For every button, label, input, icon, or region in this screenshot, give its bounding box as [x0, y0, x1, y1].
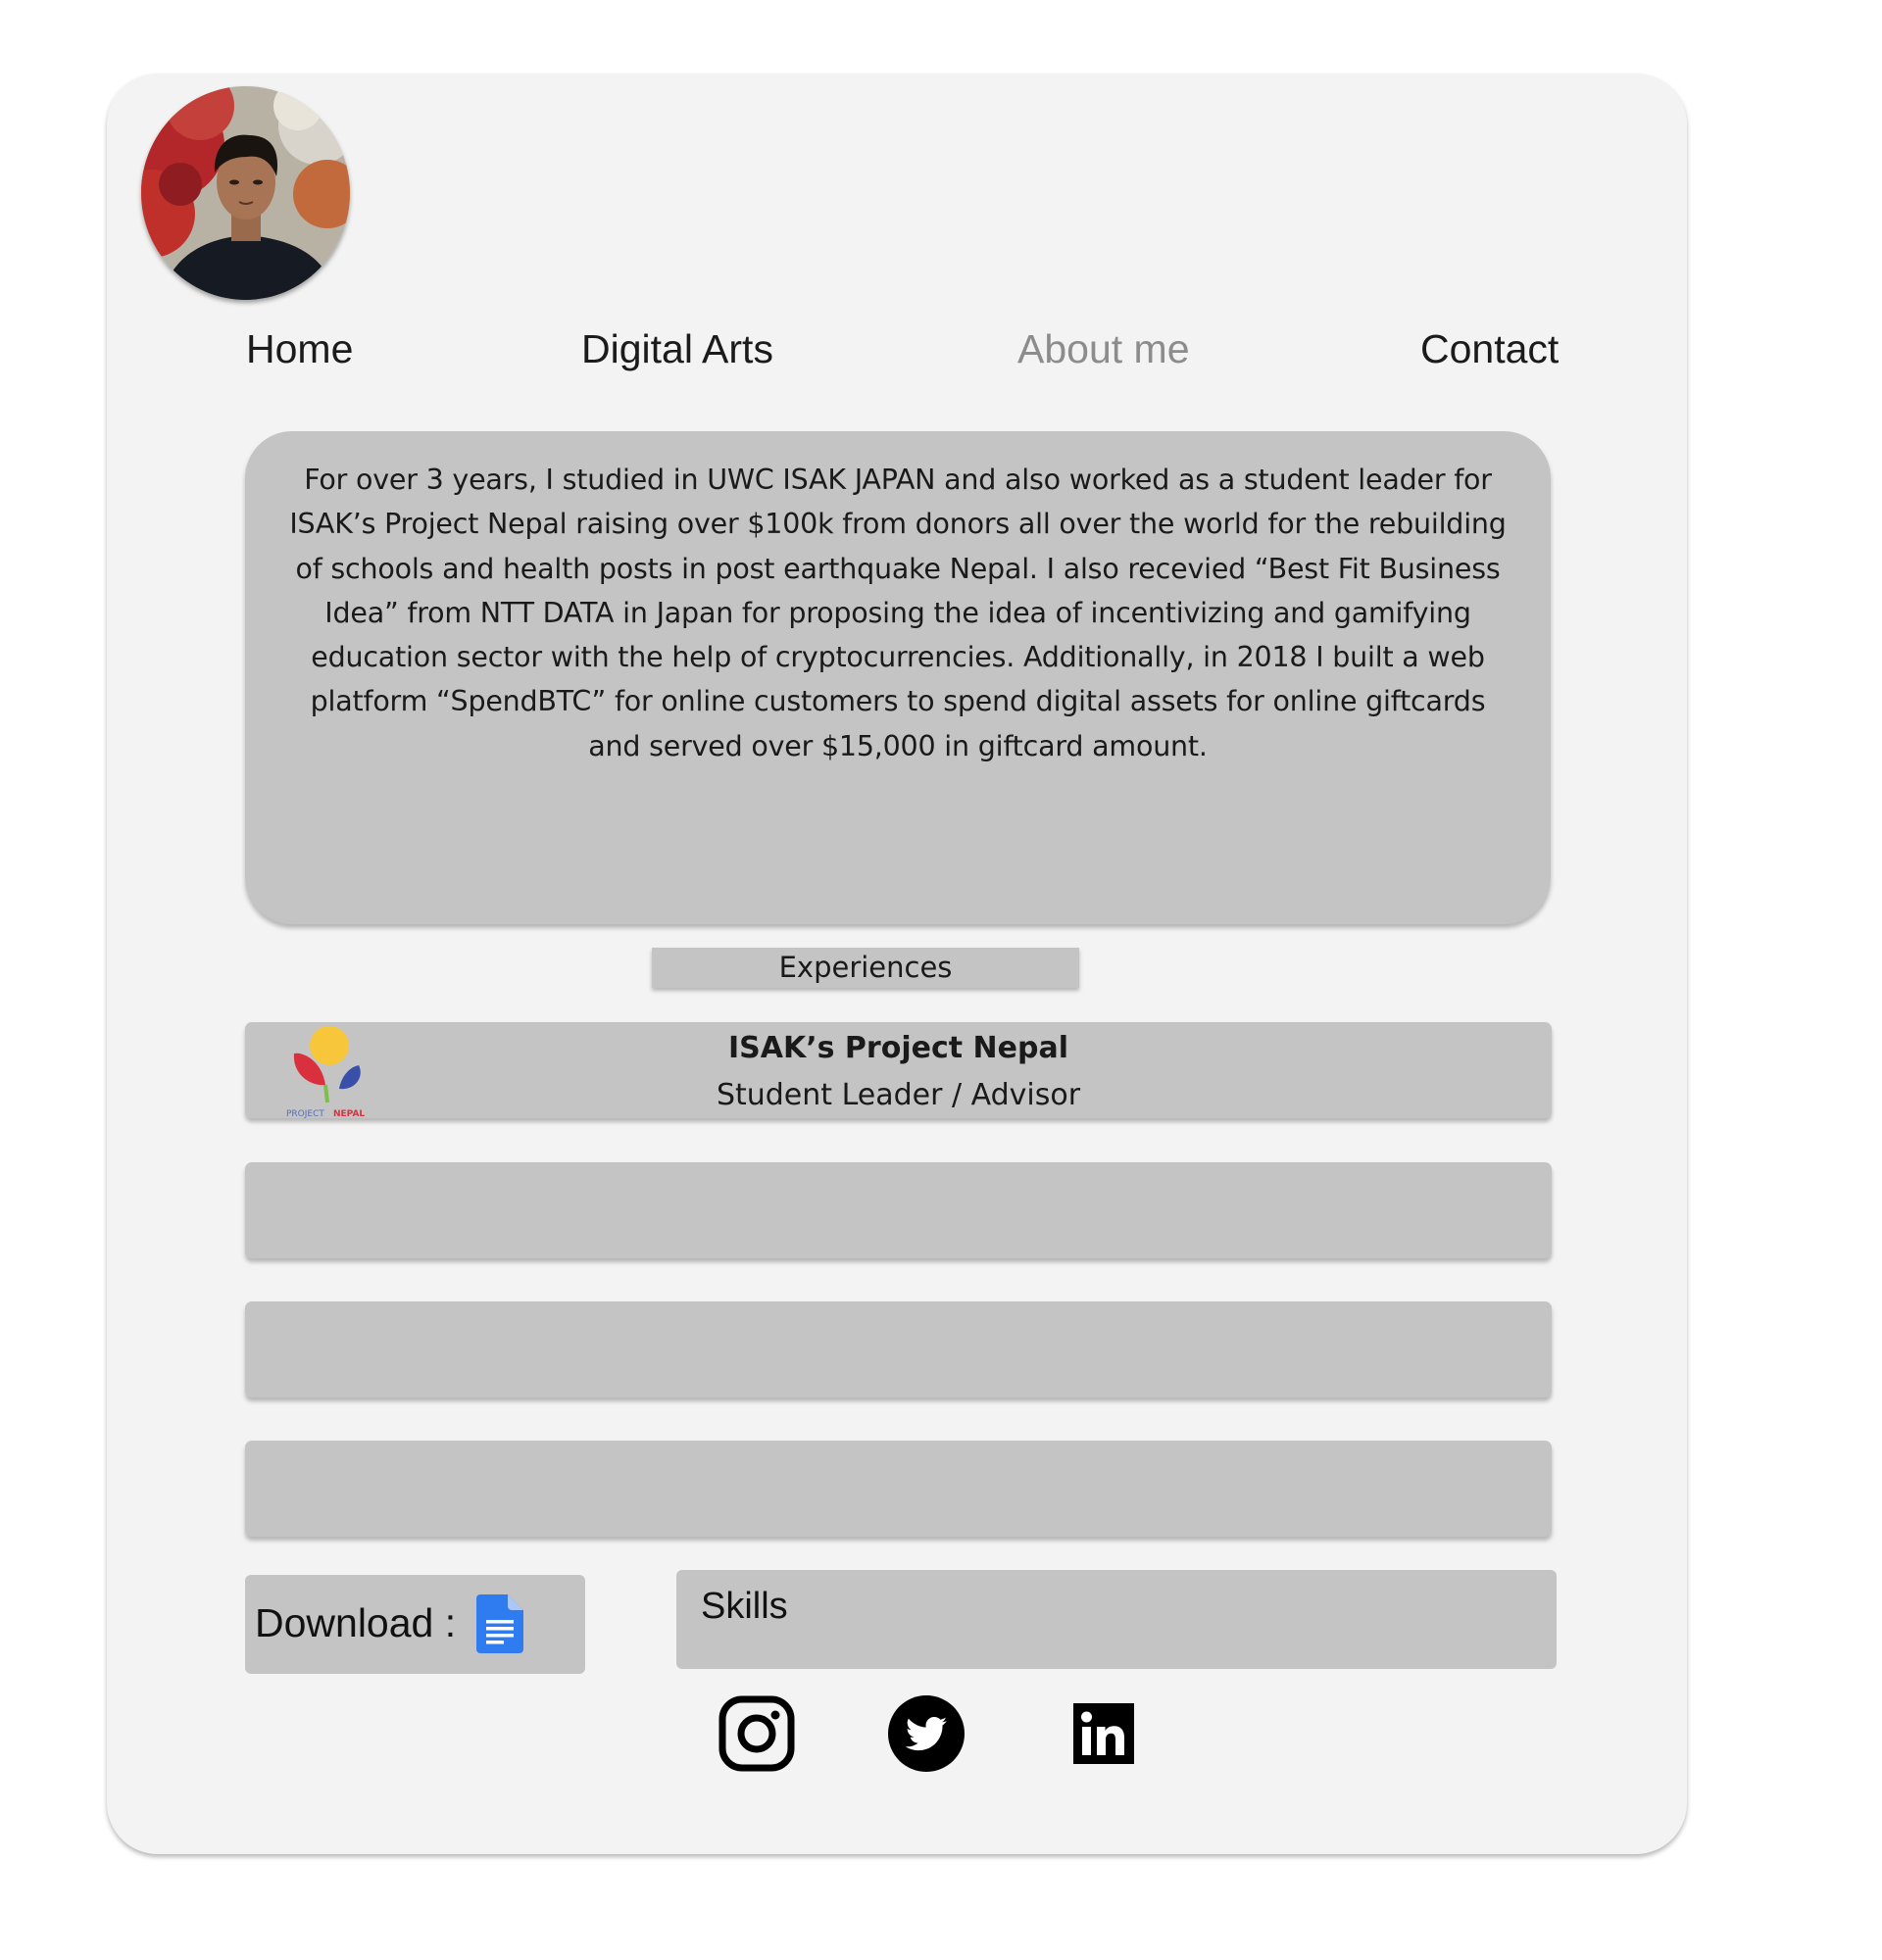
about-text: For over 3 years, I studied in UWC ISAK … [289, 464, 1507, 762]
twitter-icon[interactable] [888, 1695, 965, 1772]
linkedin-icon[interactable] [1066, 1695, 1143, 1772]
nav-digital-arts[interactable]: Digital Arts [581, 325, 773, 372]
google-docs-icon[interactable] [476, 1594, 523, 1653]
nav-about-me[interactable]: About me [1017, 325, 1190, 372]
experiences-title: Experiences [652, 948, 1079, 988]
instagram-icon[interactable] [718, 1695, 795, 1772]
avatar-image [141, 86, 350, 300]
skills-label: Skills [701, 1586, 788, 1627]
experience-item[interactable]: PROJECT NEPAL ISAK’s Project Nepal Stude… [245, 1022, 1552, 1118]
experience-item-empty[interactable] [245, 1162, 1552, 1258]
experience-item-empty[interactable] [245, 1441, 1552, 1537]
skills-box: Skills [676, 1570, 1557, 1669]
nav-contact[interactable]: Contact [1420, 325, 1559, 372]
avatar [141, 86, 350, 300]
experience-name: ISAK’s Project Nepal [728, 1031, 1068, 1065]
nav-home[interactable]: Home [246, 325, 353, 372]
experience-role: Student Leader / Advisor [716, 1078, 1081, 1112]
download-label: Download : [255, 1600, 457, 1645]
about-box: For over 3 years, I studied in UWC ISAK … [245, 431, 1551, 924]
experience-item-empty[interactable] [245, 1301, 1552, 1397]
download-button[interactable]: Download : [245, 1575, 585, 1674]
